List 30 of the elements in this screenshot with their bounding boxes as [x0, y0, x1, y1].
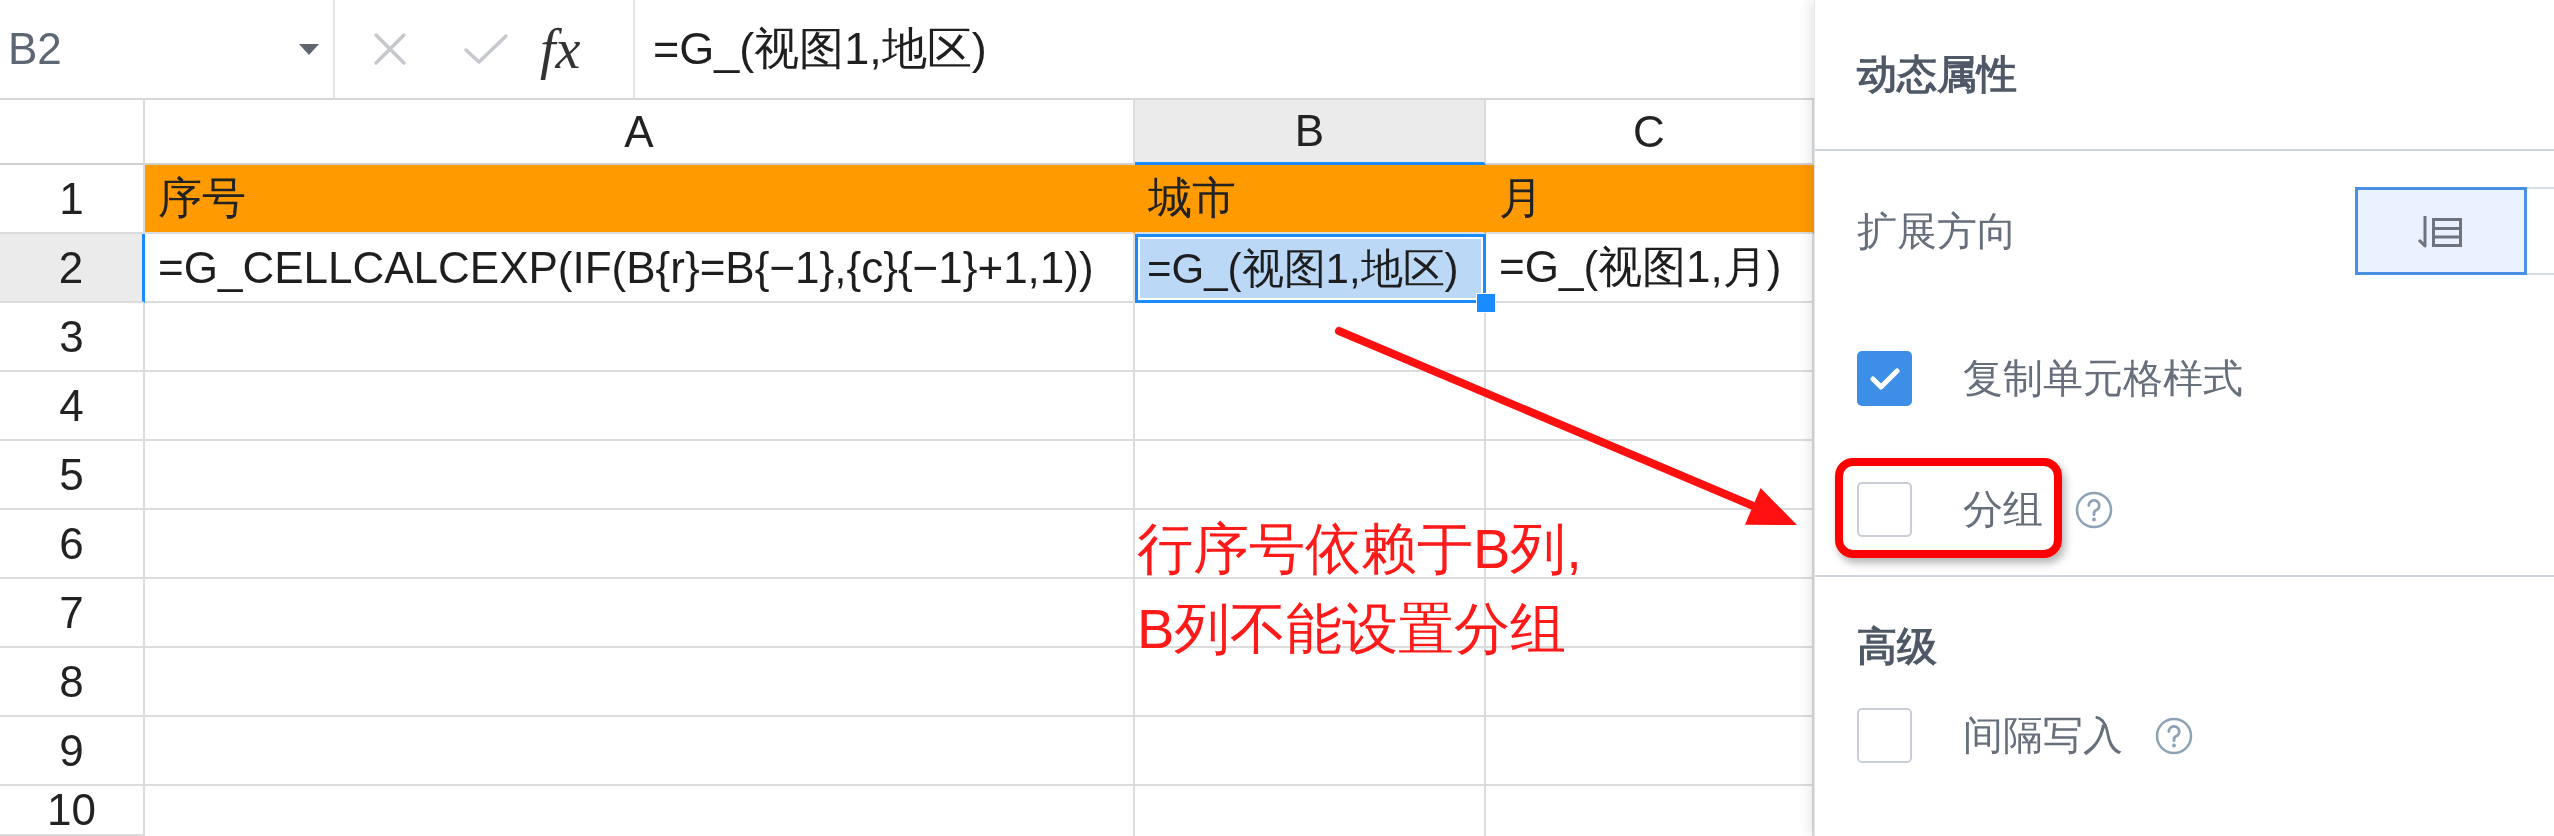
- checkmark-icon: [1869, 366, 1900, 391]
- checkbox[interactable]: [1857, 351, 1912, 406]
- setting-label: 分组: [1963, 486, 2043, 533]
- row-header[interactable]: 2: [0, 234, 145, 303]
- expand-option[interactable]: [2355, 187, 2527, 275]
- section-title: 高级: [1857, 623, 1938, 670]
- panel-title: 动态属性: [1857, 51, 2017, 98]
- annotation-text: 行序号依赖于B列,: [1137, 519, 1582, 579]
- table-cell[interactable]: 城市: [1135, 165, 1486, 234]
- table-cell[interactable]: 序号: [145, 165, 1135, 234]
- annotation-text: B列不能设置分组: [1137, 599, 1567, 659]
- cross-icon[interactable]: [373, 32, 407, 66]
- formula-input[interactable]: =G_(视图1,地区): [635, 0, 1814, 98]
- setting-label: 复制单元格样式: [1963, 355, 2243, 402]
- fill-handle[interactable]: [1476, 293, 1496, 313]
- column-header[interactable]: B: [1135, 100, 1486, 165]
- row-header[interactable]: 10: [0, 786, 145, 836]
- table-cell[interactable]: =G_(视图1,地区): [1135, 234, 1486, 303]
- caret-icon: [299, 43, 319, 55]
- help-icon[interactable]: [2155, 716, 2193, 755]
- setting-label: 间隔写入: [1963, 712, 2123, 759]
- function-button[interactable]: fx: [540, 19, 581, 79]
- name-box[interactable]: B2: [0, 0, 335, 98]
- help-icon[interactable]: [2075, 490, 2113, 529]
- setting-label: 扩展方向: [1857, 207, 2018, 255]
- check-icon[interactable]: [462, 32, 510, 66]
- checkbox[interactable]: [1857, 482, 1912, 537]
- checkbox[interactable]: [1857, 708, 1912, 763]
- table-cell[interactable]: 月: [1486, 165, 1814, 234]
- vertical-expand-icon: [2417, 213, 2465, 249]
